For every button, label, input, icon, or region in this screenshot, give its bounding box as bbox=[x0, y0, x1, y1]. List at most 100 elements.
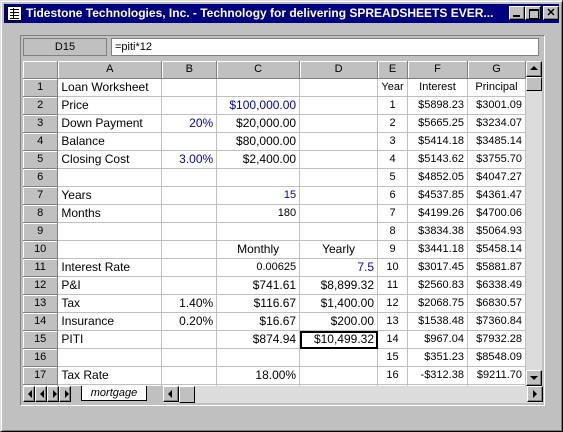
column-header-c[interactable]: C bbox=[216, 61, 301, 79]
row-header[interactable]: 14 bbox=[23, 312, 59, 331]
cell-f4[interactable]: $5414.18 bbox=[407, 132, 468, 151]
row-header[interactable]: 1 bbox=[23, 78, 59, 97]
row-header[interactable]: 3 bbox=[23, 114, 59, 133]
cell-b11[interactable] bbox=[161, 258, 218, 277]
row-header[interactable]: 10 bbox=[23, 240, 59, 259]
row-header[interactable]: 9 bbox=[23, 222, 59, 241]
formula-input[interactable]: =piti*12 bbox=[111, 38, 539, 56]
cell-f16[interactable]: $351.23 bbox=[407, 348, 468, 367]
cell-b12[interactable] bbox=[161, 276, 218, 295]
cell-c8[interactable]: 180 bbox=[216, 204, 301, 223]
cell-b13[interactable]: 1.40% bbox=[161, 294, 218, 313]
cell-c12[interactable]: $741.61 bbox=[216, 276, 301, 295]
cell-g15[interactable]: $7932.28 bbox=[467, 330, 526, 349]
cell-a9[interactable] bbox=[57, 222, 163, 241]
row-header[interactable]: 6 bbox=[23, 168, 59, 187]
cell-e4[interactable]: 3 bbox=[377, 132, 408, 151]
select-all-corner[interactable] bbox=[23, 61, 59, 79]
cell-e3[interactable]: 2 bbox=[377, 114, 408, 133]
cell-f17[interactable]: -$312.38 bbox=[407, 366, 468, 385]
cell-g9[interactable]: $5064.93 bbox=[467, 222, 526, 241]
cell-b4[interactable] bbox=[161, 132, 218, 151]
cell-e6[interactable]: 5 bbox=[377, 168, 408, 187]
cell-d4[interactable] bbox=[299, 132, 379, 151]
cell-d6[interactable] bbox=[299, 168, 379, 187]
cell-f12[interactable]: $2560.83 bbox=[407, 276, 468, 295]
cell-a1[interactable]: Loan Worksheet bbox=[57, 78, 163, 97]
cell-b16[interactable] bbox=[161, 348, 218, 367]
row-header[interactable]: 13 bbox=[23, 294, 59, 313]
cell-a17[interactable]: Tax Rate bbox=[57, 366, 163, 385]
cell-e11[interactable]: 10 bbox=[377, 258, 408, 277]
cell-b1[interactable] bbox=[161, 78, 218, 97]
close-button[interactable]: ✕ bbox=[543, 6, 559, 20]
cell-e9[interactable]: 8 bbox=[377, 222, 408, 241]
cell-g2[interactable]: $3001.09 bbox=[467, 96, 526, 115]
cell-f14[interactable]: $1538.48 bbox=[407, 312, 468, 331]
cell-c10[interactable]: Monthly bbox=[216, 240, 301, 259]
cell-c4[interactable]: $80,000.00 bbox=[216, 132, 301, 151]
cell-a10[interactable] bbox=[57, 240, 163, 259]
scroll-down-arrow-icon[interactable] bbox=[526, 370, 542, 386]
cell-f13[interactable]: $2068.75 bbox=[407, 294, 468, 313]
cell-e5[interactable]: 4 bbox=[377, 150, 408, 169]
cell-e13[interactable]: 12 bbox=[377, 294, 408, 313]
cell-d9[interactable] bbox=[299, 222, 379, 241]
cell-d17[interactable] bbox=[299, 366, 379, 385]
cell-d13[interactable]: $1,400.00 bbox=[299, 294, 379, 313]
cell-g5[interactable]: $3755.70 bbox=[467, 150, 526, 169]
first-sheet-arrow-icon[interactable] bbox=[23, 386, 35, 402]
cell-c9[interactable] bbox=[216, 222, 301, 241]
row-header[interactable]: 4 bbox=[23, 132, 59, 151]
cell-e12[interactable]: 11 bbox=[377, 276, 408, 295]
vertical-scrollbar[interactable] bbox=[526, 61, 542, 386]
sheet-tab-mortgage[interactable]: mortgage bbox=[81, 386, 147, 401]
cell-d7[interactable] bbox=[299, 186, 379, 205]
cell-e2[interactable]: 1 bbox=[377, 96, 408, 115]
title-bar[interactable]: Tidestone Technologies, Inc. - Technolog… bbox=[4, 4, 559, 23]
vertical-scroll-thumb[interactable] bbox=[526, 77, 542, 91]
scroll-right-arrow-icon[interactable] bbox=[527, 386, 543, 402]
cell-a4[interactable]: Balance bbox=[57, 132, 163, 151]
spreadsheet-grid[interactable]: A B C D E F G 1 Loan Worksheet Year Interes… bbox=[23, 61, 526, 386]
row-header[interactable]: 2 bbox=[23, 96, 59, 115]
cell-reference-box[interactable]: D15 bbox=[23, 38, 107, 56]
minimize-button[interactable] bbox=[509, 6, 525, 20]
row-header[interactable]: 16 bbox=[23, 348, 59, 367]
cell-g10[interactable]: $5458.14 bbox=[467, 240, 526, 259]
cell-d2[interactable] bbox=[299, 96, 379, 115]
cell-b3[interactable]: 20% bbox=[161, 114, 218, 133]
cell-c1[interactable] bbox=[216, 78, 301, 97]
cell-c17[interactable]: 18.00% bbox=[216, 366, 301, 385]
maximize-button[interactable] bbox=[525, 6, 541, 20]
cell-g6[interactable]: $4047.27 bbox=[467, 168, 526, 187]
cell-g12[interactable]: $6338.49 bbox=[467, 276, 526, 295]
cell-d10[interactable]: Yearly bbox=[299, 240, 379, 259]
horizontal-scrollbar[interactable] bbox=[163, 386, 543, 403]
cell-e16[interactable]: 15 bbox=[377, 348, 408, 367]
cell-g17[interactable]: $9211.70 bbox=[467, 366, 526, 385]
cell-e10[interactable]: 9 bbox=[377, 240, 408, 259]
cell-e7[interactable]: 6 bbox=[377, 186, 408, 205]
cell-a15[interactable]: PITI bbox=[57, 330, 163, 349]
cell-d15[interactable]: $10,499.32 bbox=[299, 330, 379, 349]
cell-g14[interactable]: $7360.84 bbox=[467, 312, 526, 331]
cell-e14[interactable]: 13 bbox=[377, 312, 408, 331]
cell-f7[interactable]: $4537.85 bbox=[407, 186, 468, 205]
cell-a16[interactable] bbox=[57, 348, 163, 367]
cell-a7[interactable]: Years bbox=[57, 186, 163, 205]
cell-c15[interactable]: $874.94 bbox=[216, 330, 301, 349]
cell-g16[interactable]: $8548.09 bbox=[467, 348, 526, 367]
prev-sheet-arrow-icon[interactable] bbox=[35, 386, 47, 402]
cell-f9[interactable]: $3834.38 bbox=[407, 222, 468, 241]
column-header-b[interactable]: B bbox=[161, 61, 218, 79]
cell-g3[interactable]: $3234.07 bbox=[467, 114, 526, 133]
row-header[interactable]: 7 bbox=[23, 186, 59, 205]
cell-a12[interactable]: P&I bbox=[57, 276, 163, 295]
cell-g4[interactable]: $3485.14 bbox=[467, 132, 526, 151]
cell-b8[interactable] bbox=[161, 204, 218, 223]
cell-e1[interactable]: Year bbox=[377, 78, 408, 97]
cell-c5[interactable]: $2,400.00 bbox=[216, 150, 301, 169]
cell-a8[interactable]: Months bbox=[57, 204, 163, 223]
cell-a11[interactable]: Interest Rate bbox=[57, 258, 163, 277]
